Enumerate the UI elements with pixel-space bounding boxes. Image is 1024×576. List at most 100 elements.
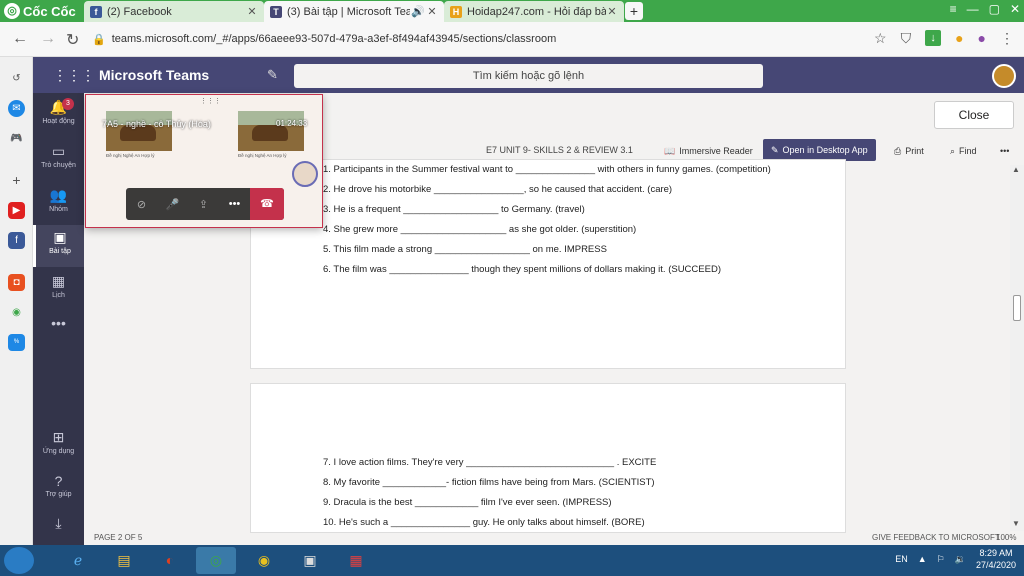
compose-icon[interactable]: ✎	[267, 67, 278, 83]
document-title: E7 UNIT 9- SKILLS 2 & REVIEW 3.1	[486, 145, 633, 155]
search-input[interactable]: Tìm kiếm hoặc gõ lệnh	[294, 64, 763, 88]
ie-icon[interactable]: ℯ	[58, 547, 98, 574]
url-text: teams.microsoft.com/_#/apps/66aeee93-507…	[111, 33, 557, 45]
scroll-down-icon[interactable]: ▼	[1012, 519, 1020, 528]
rail-item-chat[interactable]: ▭ Trò chuyện	[33, 139, 84, 181]
tab-teams[interactable]: T (3) Bài tập | Microsoft Tea 🔊 ✕	[264, 1, 444, 22]
close-tab-icon[interactable]: ✕	[606, 5, 618, 18]
exercise-line: 4. She grew more ____________________ as…	[323, 224, 637, 235]
rail-more[interactable]: •••	[33, 311, 84, 353]
mic-off-icon[interactable]: 🎤	[157, 198, 188, 211]
drag-handle-icon[interactable]: ⋮⋮⋮	[200, 97, 221, 105]
rail-item-help[interactable]: ? Trợ giúp	[33, 469, 84, 511]
youtube-icon[interactable]: ▶	[8, 202, 25, 219]
rail-label: Lịch	[52, 292, 65, 299]
messenger-icon[interactable]: ✉	[8, 100, 25, 117]
explorer-icon[interactable]: ▤	[104, 547, 144, 574]
maximize-icon[interactable]: ▢	[989, 2, 1000, 16]
more-options-icon[interactable]: •••	[1000, 141, 1009, 161]
coccoc-taskbar-icon[interactable]: ◎	[196, 547, 236, 574]
more-menu-icon[interactable]: ⋮	[1000, 30, 1014, 47]
scroll-thumb[interactable]	[1013, 295, 1021, 321]
address-bar: ← → ↻ 🔒 teams.microsoft.com/_#/apps/66ae…	[0, 22, 1024, 57]
shop-icon[interactable]: ◘	[8, 274, 25, 291]
immersive-reader-button[interactable]: 📖 Immersive Reader	[664, 141, 753, 161]
map-icon[interactable]: ◉	[8, 304, 25, 321]
assignment-icon: ▣	[53, 229, 67, 245]
close-button[interactable]: Close	[934, 101, 1014, 129]
exercise-line: 10. He's such a _______________ guy. He …	[323, 517, 645, 528]
chat-icon: ▭	[51, 143, 66, 159]
rail-label: Nhóm	[49, 206, 68, 213]
scroll-up-icon[interactable]: ▲	[1012, 165, 1020, 174]
camera-off-icon[interactable]: ⊘	[126, 198, 157, 211]
shared-video-left	[106, 111, 172, 151]
participant-avatar[interactable]	[292, 161, 318, 187]
game-icon[interactable]: 🎮	[8, 130, 25, 147]
rail-item-teams[interactable]: 👥 Nhóm	[33, 183, 84, 225]
back-icon[interactable]: ←	[12, 30, 28, 48]
language-indicator[interactable]: EN	[895, 554, 908, 564]
paint-icon[interactable]: ▣	[290, 547, 330, 574]
app-launcher-icon[interactable]: ⋮⋮⋮	[53, 67, 95, 84]
volume-icon[interactable]: 🔉	[955, 554, 966, 565]
add-icon[interactable]: +	[8, 172, 25, 189]
deals-icon[interactable]: %	[8, 334, 25, 351]
start-button[interactable]	[4, 547, 34, 574]
window-controls: ≡ — ▢ ✕	[950, 2, 1020, 16]
history-icon[interactable]: ↺	[8, 70, 25, 87]
reload-icon[interactable]: ↻	[66, 30, 79, 50]
zoom-level[interactable]: 100%	[996, 533, 1016, 542]
profile-icon[interactable]: ●	[978, 30, 986, 47]
document-scrollbar[interactable]: ▲ ▼	[1010, 165, 1024, 531]
rail-item-calendar[interactable]: ▦ Lịch	[33, 269, 84, 311]
new-tab-button[interactable]: +	[625, 2, 643, 20]
app-icon[interactable]: ◐	[150, 547, 190, 574]
find-button[interactable]: ⌕ Find	[950, 141, 977, 161]
rail-item-activity[interactable]: 🔔 3 Hoạt động	[33, 95, 84, 137]
find-icon: ⌕	[950, 145, 956, 156]
print-button[interactable]: ⎙ Print	[894, 141, 924, 161]
close-tab-icon[interactable]: ✕	[246, 5, 258, 18]
speaker-icon[interactable]: 🔊	[410, 5, 426, 18]
rail-item-assignments[interactable]: ▣ Bài tập	[33, 225, 84, 267]
call-name: 7A5 - nghề - cô Thủy (Hóa)	[102, 119, 211, 129]
teams-icon: T	[270, 5, 282, 18]
open-desktop-button[interactable]: ✎ Open in Desktop App	[763, 139, 876, 161]
call-controls: ⊘ 🎤 ⇪ ••• ☎	[126, 188, 284, 220]
lock-icon: 🔒	[92, 33, 106, 46]
close-window-icon[interactable]: ✕	[1010, 2, 1020, 16]
menu-icon[interactable]: ≡	[950, 2, 957, 16]
rail-label: Trò chuyện	[41, 162, 76, 169]
shield-icon[interactable]: ⛉	[901, 30, 912, 47]
rail-item-apps[interactable]: ⊞ Ứng dụng	[33, 425, 84, 467]
hang-up-icon[interactable]: ☎	[250, 188, 284, 220]
download-icon[interactable]: ↓	[925, 30, 942, 46]
tab-facebook[interactable]: f (2) Facebook ✕	[84, 1, 264, 22]
clock[interactable]: 8:29 AM 27/4/2020	[976, 547, 1016, 571]
exercise-line: 9. Dracula is the best ____________ film…	[323, 497, 612, 508]
more-call-options-icon[interactable]: •••	[219, 198, 250, 210]
chrome-icon[interactable]: ◉	[244, 547, 284, 574]
browser-brand[interactable]: ◎ Cốc Cốc	[4, 2, 76, 20]
share-screen-icon[interactable]: ⇪	[188, 198, 219, 211]
screen-icon[interactable]: ▦	[336, 547, 376, 574]
facebook-sidebar-icon[interactable]: f	[8, 232, 25, 249]
close-tab-icon[interactable]: ✕	[426, 5, 438, 18]
call-overlay[interactable]: ⋮⋮⋮ Đề nghị Nghệ An Hợp lý Đề nghị Nghệ …	[85, 94, 323, 228]
tab-hoidap247[interactable]: H Hoidap247.com - Hỏi đáp bài ✕	[444, 1, 624, 22]
url-field[interactable]: 🔒 teams.microsoft.com/_#/apps/66aeee93-5…	[92, 28, 832, 50]
tray-arrow-icon[interactable]: ▲	[918, 554, 927, 564]
extension-icon[interactable]: ●	[955, 30, 963, 47]
rail-download[interactable]: ⤓	[33, 511, 84, 541]
apps-icon: ⊞	[52, 429, 65, 445]
hoidap-icon: H	[450, 5, 462, 18]
bookmark-star-icon[interactable]: ☆	[874, 30, 887, 47]
minimize-icon[interactable]: —	[967, 2, 979, 16]
network-icon[interactable]: ⚐	[937, 554, 945, 565]
user-avatar[interactable]	[992, 64, 1016, 88]
tab-title: (2) Facebook	[107, 5, 172, 18]
forward-icon[interactable]: →	[40, 30, 56, 48]
tab-title: Hoidap247.com - Hỏi đáp bài	[467, 5, 606, 18]
feedback-link[interactable]: GIVE FEEDBACK TO MICROSOFT	[872, 533, 1000, 542]
